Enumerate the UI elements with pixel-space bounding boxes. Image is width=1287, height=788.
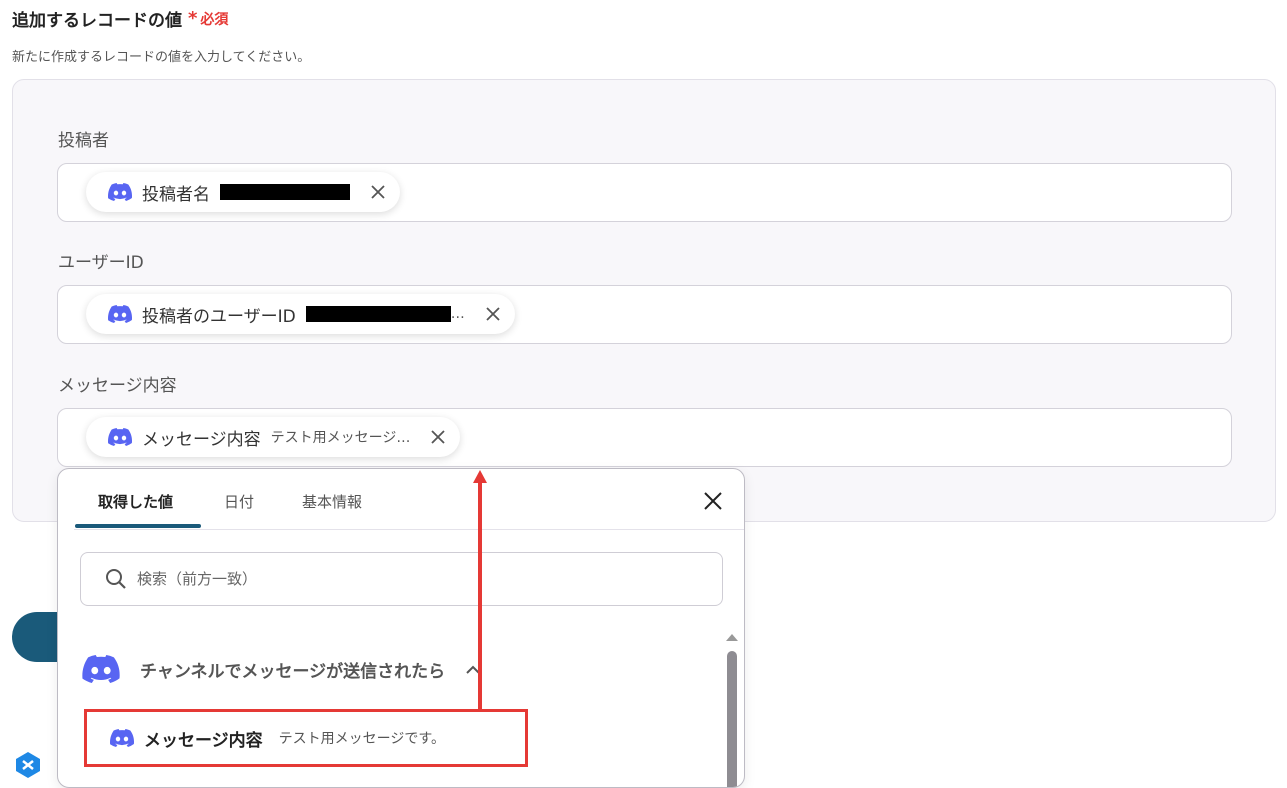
chip-name: メッセージ内容 (142, 429, 261, 450)
close-dropdown-button[interactable] (700, 488, 726, 514)
variable-chip[interactable]: 投稿者のユーザーID … (86, 294, 515, 334)
annotation-arrow-line (478, 482, 482, 710)
variable-chip[interactable]: メッセージ内容 テスト用メッセージ… (86, 417, 461, 457)
discord-icon (108, 428, 132, 446)
variable-chip[interactable]: 投稿者名 (86, 172, 400, 212)
discord-icon (110, 729, 134, 747)
close-icon (486, 307, 500, 321)
remove-chip-button[interactable] (483, 304, 503, 324)
list-item[interactable]: メッセージ内容 テスト用メッセージです。 (84, 709, 528, 767)
discord-icon (108, 305, 132, 323)
group-title: チャンネルでメッセージが送信されたら (140, 661, 446, 682)
scrollbar[interactable] (726, 634, 738, 787)
field-input-user-id[interactable]: 投稿者のユーザーID … (57, 285, 1232, 344)
chip-value: テスト用メッセージ… (270, 430, 411, 446)
remove-chip-button[interactable] (428, 427, 448, 447)
section-title-text: 追加するレコードの値 (12, 11, 182, 31)
close-icon (431, 430, 446, 444)
redacted-value (220, 184, 350, 200)
field-input-poster[interactable]: 投稿者名 (57, 163, 1232, 222)
section-title: 追加するレコードの値 * 必須 (12, 6, 228, 31)
required-star: * (188, 7, 198, 29)
value-picker-dropdown: 取得した値 日付 基本情報 チャンネルでメッセージが送信されたら メッセージ内容… (57, 468, 745, 788)
scroll-up-arrow[interactable] (726, 634, 738, 641)
app-logo-icon (16, 752, 40, 778)
discord-icon (82, 655, 120, 683)
remove-chip-button[interactable] (368, 182, 388, 202)
chip-value: … (450, 306, 465, 322)
field-label-poster: 投稿者 (58, 131, 109, 151)
section-description: 新たに作成するレコードの値を入力してください。 (12, 50, 311, 65)
required-badge: * 必須 (188, 9, 228, 29)
search-input[interactable] (135, 569, 619, 589)
field-input-message[interactable]: メッセージ内容 テスト用メッセージ… (57, 408, 1232, 467)
tab-bar: 取得した値 日付 基本情報 (74, 469, 744, 530)
close-icon (371, 185, 385, 199)
tab-basic-info[interactable]: 基本情報 (302, 491, 362, 512)
scrollbar-thumb[interactable] (727, 651, 737, 787)
item-name: メッセージ内容 (144, 730, 263, 751)
chip-name: 投稿者名 (142, 184, 210, 205)
item-value: テスト用メッセージです。 (278, 731, 445, 747)
active-tab-indicator (75, 524, 201, 528)
field-label-user-id: ユーザーID (58, 253, 144, 273)
trigger-group-header[interactable]: チャンネルでメッセージが送信されたら (82, 649, 481, 689)
chip-name: 投稿者のユーザーID (142, 306, 296, 327)
required-label: 必須 (200, 11, 229, 28)
close-icon (704, 492, 722, 510)
annotation-arrow-head (473, 470, 487, 483)
tab-fetched-values[interactable]: 取得した値 (98, 491, 173, 512)
search-box[interactable] (80, 552, 723, 606)
field-label-message: メッセージ内容 (58, 376, 177, 396)
tab-date[interactable]: 日付 (224, 491, 254, 512)
redacted-value (305, 306, 451, 322)
discord-icon (108, 183, 132, 201)
search-icon (106, 569, 126, 589)
